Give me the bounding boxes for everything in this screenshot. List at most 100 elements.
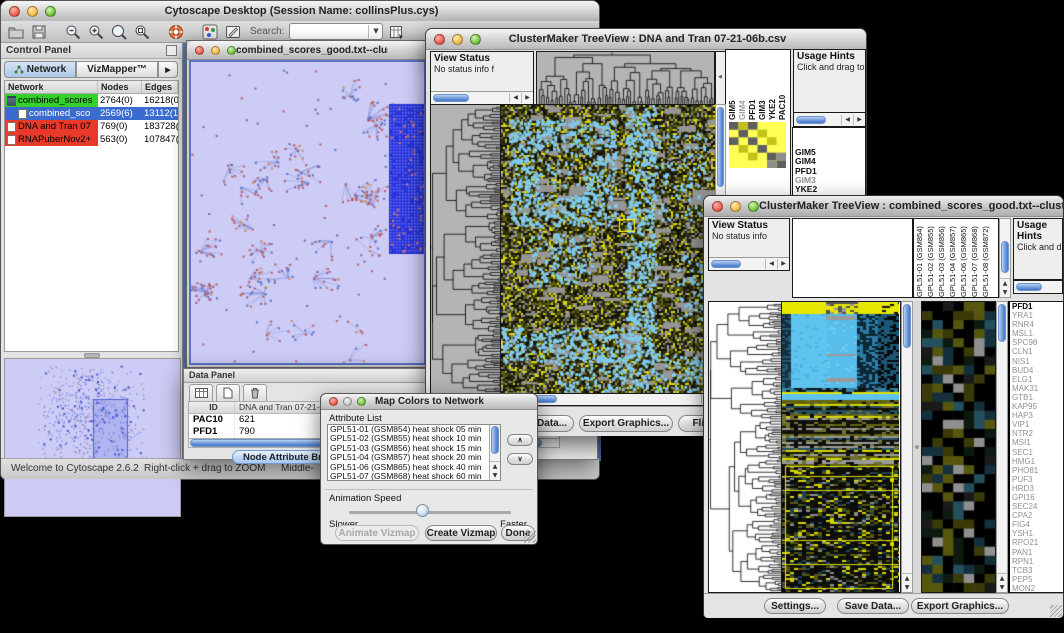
main-titlebar[interactable]: Cytoscape Desktop (Session Name: collins… [1, 1, 599, 22]
scroll-arrows[interactable]: ▲▼ [902, 573, 912, 592]
close-button[interactable] [195, 46, 204, 55]
column-label[interactable]: GPL51-01 (GSM854) [915, 219, 926, 297]
zoom-button[interactable] [45, 6, 56, 17]
zoom-button[interactable] [748, 201, 759, 212]
gene-item[interactable]: YRA1 [1010, 311, 1063, 320]
column-label[interactable]: GPL51-08 (GSM872) [981, 219, 992, 297]
zoom-button[interactable] [227, 46, 236, 55]
close-button[interactable] [9, 6, 20, 17]
tv2-global-vscrollbar[interactable]: ▲▼ [901, 301, 913, 593]
scroll-right-arrow[interactable]: ▶ [777, 259, 789, 269]
table-mode-icon[interactable] [189, 384, 213, 402]
network-view-titlebar[interactable]: combined_scores_good.txt--cluste... [187, 41, 428, 60]
gene-item[interactable]: PAN1 [1010, 548, 1063, 557]
birdseye-view[interactable] [4, 358, 181, 517]
float-panel-icon[interactable] [166, 45, 177, 56]
minimize-button[interactable] [452, 34, 463, 45]
zoom-heatmap-view[interactable] [922, 302, 995, 592]
zoom-out-icon[interactable] [64, 23, 82, 41]
slider-thumb[interactable] [416, 504, 429, 517]
minimize-button[interactable] [27, 6, 38, 17]
global-heatmap-view[interactable] [782, 302, 899, 592]
scroll-thumb[interactable] [1001, 241, 1009, 273]
tab-vizmapper[interactable]: VizMapper™ [76, 61, 158, 78]
tab-network[interactable]: Network [4, 61, 76, 78]
network-row[interactable]: DNA and Tran 07 769(0) 183728(0) [5, 120, 178, 133]
zoom-in-icon[interactable] [87, 23, 105, 41]
scroll-left-arrow[interactable]: ◀ [841, 115, 853, 125]
minimize-button[interactable] [343, 397, 352, 406]
row-dendrogram[interactable] [431, 105, 501, 393]
zoom-selected-icon[interactable] [110, 23, 128, 41]
open-file-icon[interactable] [7, 23, 25, 41]
column-label[interactable]: PAC10 [778, 50, 788, 120]
gene-item[interactable]: MAK31 [1010, 384, 1063, 393]
close-button[interactable] [434, 34, 445, 45]
attribute-item[interactable]: GPL51-07 (GSM868) heat shock 60 min [328, 472, 489, 480]
scroll-thumb[interactable] [711, 260, 741, 268]
tv2-labels-vscrollbar[interactable]: ▲▼ [999, 218, 1011, 298]
move-down-button[interactable]: ∨ [507, 453, 533, 465]
scroll-thumb[interactable] [491, 426, 499, 454]
gene-item[interactable]: MSL1 [1010, 329, 1063, 338]
scroll-thumb[interactable] [796, 116, 826, 124]
tv1-status-hscrollbar[interactable]: ◀ ▶ [431, 91, 533, 104]
gene-item[interactable]: VIP1 [1010, 420, 1063, 429]
column-label[interactable]: YKE2 [768, 50, 778, 120]
tv2-zoom-vscrollbar[interactable]: ▲▼ [996, 301, 1008, 593]
global-heatmap-view[interactable] [501, 105, 715, 393]
animation-speed-slider[interactable] [349, 511, 511, 514]
resize-grip[interactable] [1050, 605, 1062, 617]
collapse-arrow-icon[interactable]: ◀ [718, 74, 722, 80]
gene-item[interactable]: PFD1 [1010, 302, 1063, 311]
resize-grip[interactable] [524, 531, 536, 543]
gene-item[interactable]: HMG1 [1010, 457, 1063, 466]
treeview1-titlebar[interactable]: ClusterMaker TreeView : DNA and Tran 07-… [426, 29, 866, 50]
gene-item[interactable]: TCB3 [1010, 566, 1063, 575]
tv2-column-dendrogram-pane[interactable] [792, 218, 913, 298]
export-graphics-button[interactable]: Export Graphics... [579, 415, 673, 432]
gene-item[interactable]: NIS1 [1010, 357, 1063, 366]
correlation-matrix-view[interactable] [729, 122, 786, 168]
scroll-left-arrow[interactable]: ◀ [509, 93, 521, 103]
network-row[interactable]: combined_sco 2569(6) 13112(15) [5, 107, 178, 120]
gene-item[interactable]: GTB1 [1010, 393, 1063, 402]
gene-item[interactable]: YSH1 [1010, 529, 1063, 538]
tab-overflow-arrow[interactable]: ▶ [158, 61, 178, 78]
annotation-icon[interactable] [224, 23, 242, 41]
network-list-header[interactable]: Network Nodes Edges [5, 81, 178, 94]
zoom-fit-icon[interactable] [133, 23, 151, 41]
gene-item[interactable]: SPC98 [1010, 338, 1063, 347]
tv2-status-hscrollbar[interactable]: ◀ ▶ [709, 257, 789, 270]
gene-item[interactable]: CPA2 [1010, 511, 1063, 520]
scroll-arrows[interactable]: ▲▼ [490, 461, 500, 480]
scroll-thumb[interactable] [998, 304, 1006, 342]
scroll-thumb[interactable] [433, 94, 469, 102]
search-input[interactable]: ▼ [289, 23, 383, 40]
gene-item[interactable]: PHO81 [1010, 466, 1063, 475]
tv2-usage-hscrollbar[interactable] [1013, 280, 1063, 294]
gene-item[interactable]: HRD3 [1010, 484, 1063, 493]
gene-item[interactable]: RNR4 [1010, 320, 1063, 329]
delete-attribute-icon[interactable] [243, 384, 267, 402]
minimize-button[interactable] [730, 201, 741, 212]
export-graphics-button[interactable]: Export Graphics... [911, 598, 1009, 614]
zoom-button[interactable] [470, 34, 481, 45]
help-lifering-icon[interactable] [167, 23, 185, 41]
gene-item[interactable]: SEC24 [1010, 502, 1063, 511]
network-row[interactable]: RNAPuberNov2+ 563(0) 107847(0) [5, 133, 178, 146]
scroll-thumb[interactable] [717, 107, 724, 187]
vizmapper-icon[interactable] [201, 23, 219, 41]
gene-item[interactable]: MON2 [1010, 584, 1063, 593]
gene-item[interactable]: RPN1 [1010, 557, 1063, 566]
minimize-button[interactable] [211, 46, 220, 55]
column-label[interactable]: GPL51-07 (GSM868) [970, 219, 981, 297]
gene-item[interactable]: FIG4 [1010, 520, 1063, 529]
network-row[interactable]: combined_scores 2764(0) 16218(0) [5, 94, 178, 107]
column-label[interactable]: GPL51-02 (GSM855) [926, 219, 937, 297]
close-button[interactable] [329, 397, 338, 406]
heatmap-splitter[interactable] [913, 301, 921, 593]
column-label[interactable]: GPL51-06 (GSM865) [959, 219, 970, 297]
dialog-titlebar[interactable]: Map Colors to Network [321, 394, 537, 410]
scroll-thumb[interactable] [1016, 283, 1042, 291]
